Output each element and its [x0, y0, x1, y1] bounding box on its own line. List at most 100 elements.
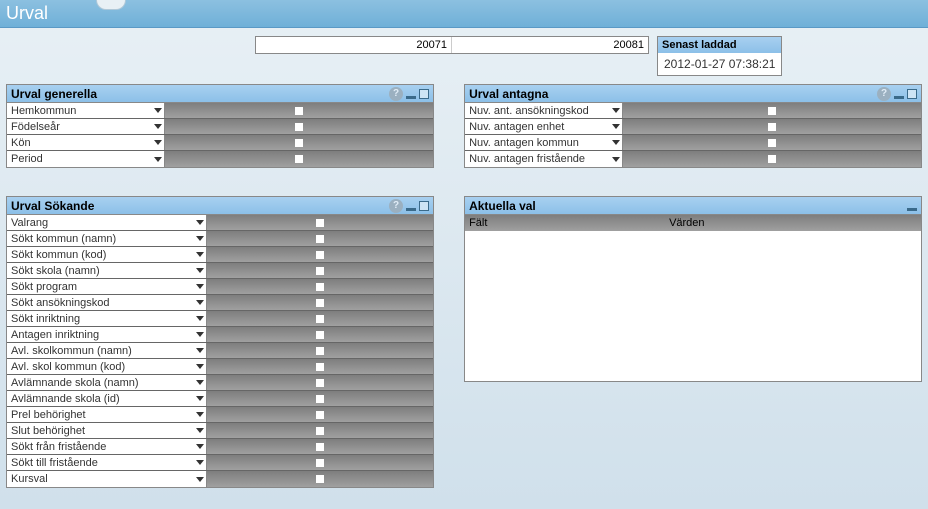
help-icon[interactable]: ?: [877, 87, 891, 101]
filter-value-area[interactable]: [623, 119, 921, 134]
filter-dropdown[interactable]: Sökt inriktning: [7, 311, 207, 326]
filter-value-area[interactable]: [207, 295, 433, 310]
filter-dropdown[interactable]: Avlämnande skola (id): [7, 391, 207, 406]
checkbox-icon: [316, 475, 324, 483]
filter-row: Nuv. antagen enhet: [465, 119, 921, 135]
filter-value-area[interactable]: [165, 151, 433, 167]
checkbox-icon: [316, 331, 324, 339]
filter-dropdown[interactable]: Slut behörighet: [7, 423, 207, 438]
help-icon[interactable]: ?: [389, 87, 403, 101]
year-to-input[interactable]: [452, 37, 648, 53]
filter-dropdown[interactable]: Sökt från fristående: [7, 439, 207, 454]
filter-dropdown[interactable]: Sökt program: [7, 279, 207, 294]
filter-value-area[interactable]: [207, 279, 433, 294]
chevron-down-icon: [196, 220, 204, 225]
filter-value-area[interactable]: [623, 103, 921, 118]
filter-value-area[interactable]: [207, 375, 433, 390]
checkbox-icon: [316, 251, 324, 259]
panel-title: Aktuella val: [469, 199, 536, 213]
panel-header: Urval generella ?: [7, 85, 433, 103]
filter-value-area[interactable]: [623, 135, 921, 150]
filter-label: Avlämnande skola (namn): [11, 377, 139, 389]
help-icon[interactable]: ?: [389, 199, 403, 213]
filter-value-area[interactable]: [207, 439, 433, 454]
filter-label: Slut behörighet: [11, 425, 85, 437]
filter-row: Kursval: [7, 471, 433, 487]
year-from-input[interactable]: [256, 37, 452, 53]
filter-dropdown[interactable]: Sökt till fristående: [7, 455, 207, 470]
checkbox-icon: [316, 315, 324, 323]
filter-label: Sökt från fristående: [11, 441, 106, 453]
filter-value-area[interactable]: [207, 343, 433, 358]
filter-dropdown[interactable]: Sökt ansökningskod: [7, 295, 207, 310]
checkbox-icon: [768, 107, 776, 115]
filter-dropdown[interactable]: Valrang: [7, 215, 207, 230]
filter-dropdown[interactable]: Nuv. antagen kommun: [465, 135, 623, 150]
filter-value-area[interactable]: [207, 263, 433, 278]
filter-dropdown[interactable]: Hemkommun: [7, 103, 165, 118]
filter-dropdown[interactable]: Avlämnande skola (namn): [7, 375, 207, 390]
filter-value-area[interactable]: [207, 407, 433, 422]
filter-label: Nuv. antagen enhet: [469, 121, 564, 133]
filter-dropdown[interactable]: Nuv. antagen enhet: [465, 119, 623, 134]
minimize-icon[interactable]: [894, 96, 904, 99]
last-loaded-value: 2012-01-27 07:38:21: [658, 53, 781, 75]
checkbox-icon: [768, 155, 776, 163]
filter-dropdown[interactable]: Antagen inriktning: [7, 327, 207, 342]
filter-dropdown[interactable]: Avl. skol kommun (kod): [7, 359, 207, 374]
filter-label: Nuv. ant. ansökningskod: [469, 105, 589, 117]
page-title: Urval: [0, 3, 48, 24]
checkbox-icon: [768, 123, 776, 131]
checkbox-icon: [316, 267, 324, 275]
filter-dropdown[interactable]: Sökt skola (namn): [7, 263, 207, 278]
filter-value-area[interactable]: [165, 119, 433, 134]
minimize-icon[interactable]: [406, 208, 416, 211]
filter-row: Sökt inriktning: [7, 311, 433, 327]
filter-row: Födelseår: [7, 119, 433, 135]
chevron-down-icon: [196, 284, 204, 289]
filter-dropdown[interactable]: Nuv. ant. ansökningskod: [465, 103, 623, 118]
filter-dropdown[interactable]: Avl. skolkommun (namn): [7, 343, 207, 358]
filter-value-area[interactable]: [623, 151, 921, 167]
filter-row: Avl. skolkommun (namn): [7, 343, 433, 359]
filter-dropdown[interactable]: Sökt kommun (namn): [7, 231, 207, 246]
filter-label: Nuv. antagen kommun: [469, 137, 579, 149]
filter-row: Slut behörighet: [7, 423, 433, 439]
panel-title: Urval antagna: [469, 87, 548, 101]
filter-value-area[interactable]: [207, 247, 433, 262]
filter-value-area[interactable]: [207, 327, 433, 342]
maximize-icon[interactable]: [907, 89, 917, 99]
filter-row: Period: [7, 151, 433, 167]
filter-row: Sökt till fristående: [7, 455, 433, 471]
filter-value-area[interactable]: [207, 471, 433, 487]
maximize-icon[interactable]: [419, 89, 429, 99]
maximize-icon[interactable]: [419, 201, 429, 211]
filter-value-area[interactable]: [207, 391, 433, 406]
filter-value-area[interactable]: [207, 423, 433, 438]
filter-value-area[interactable]: [165, 103, 433, 118]
filter-dropdown[interactable]: Kön: [7, 135, 165, 150]
filter-dropdown[interactable]: Sökt kommun (kod): [7, 247, 207, 262]
minimize-icon[interactable]: [907, 208, 917, 211]
filter-label: Sökt kommun (kod): [11, 249, 106, 261]
filter-dropdown[interactable]: Prel behörighet: [7, 407, 207, 422]
filter-row: Avlämnande skola (namn): [7, 375, 433, 391]
filter-value-area[interactable]: [207, 455, 433, 470]
minimize-icon[interactable]: [406, 96, 416, 99]
chevron-down-icon: [154, 140, 162, 145]
filter-label: Födelseår: [11, 121, 60, 133]
filter-value-area[interactable]: [207, 215, 433, 230]
column-header-field: Fält: [465, 217, 665, 229]
filter-dropdown[interactable]: Period: [7, 151, 165, 167]
filter-row: Sökt kommun (namn): [7, 231, 433, 247]
checkbox-icon: [316, 411, 324, 419]
filter-dropdown[interactable]: Kursval: [7, 471, 207, 487]
filter-dropdown[interactable]: Nuv. antagen fristående: [465, 151, 623, 167]
filter-value-area[interactable]: [165, 135, 433, 150]
filter-value-area[interactable]: [207, 231, 433, 246]
filter-value-area[interactable]: [207, 359, 433, 374]
chevron-down-icon: [154, 124, 162, 129]
filter-value-area[interactable]: [207, 311, 433, 326]
filter-dropdown[interactable]: Födelseår: [7, 119, 165, 134]
filter-label: Prel behörighet: [11, 409, 86, 421]
